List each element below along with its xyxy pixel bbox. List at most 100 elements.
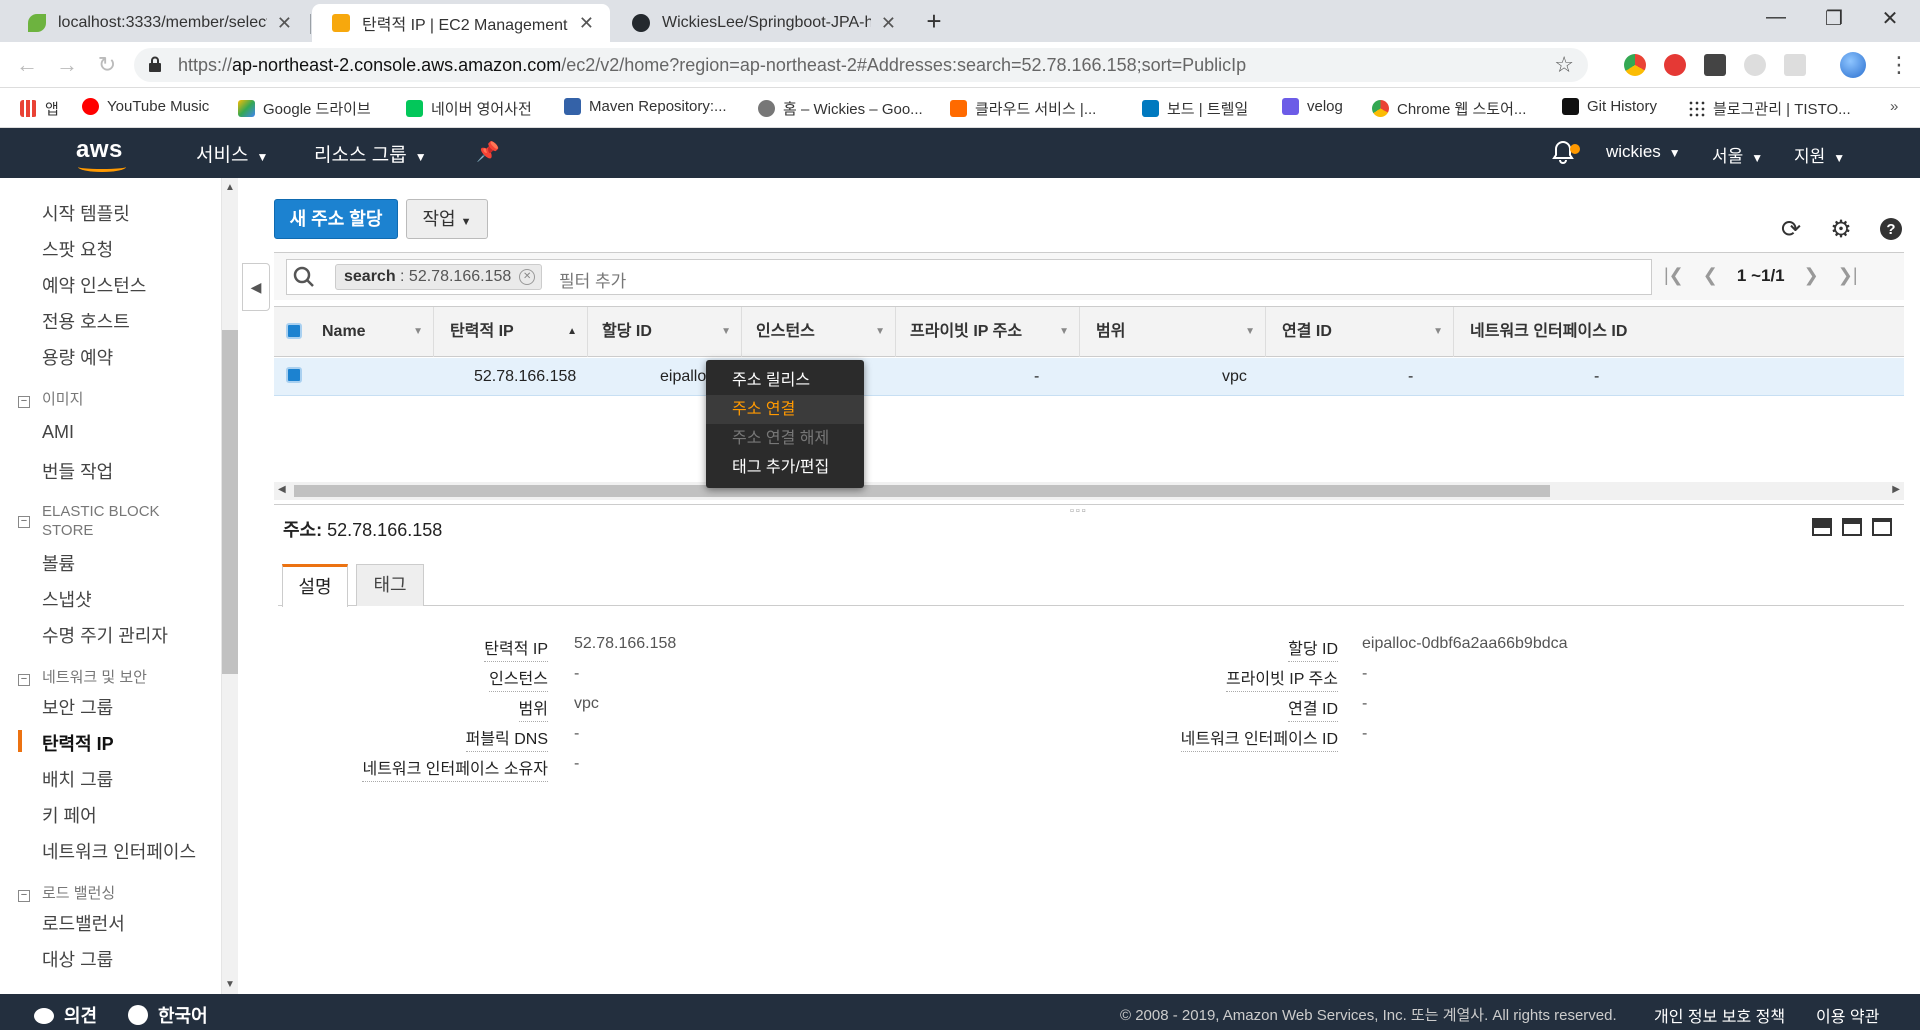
menu-item-release-address[interactable]: 주소 릴리스 xyxy=(706,366,864,395)
tab-tags[interactable]: 태그 xyxy=(356,564,424,606)
collapse-toggle-icon[interactable]: − xyxy=(18,516,30,528)
bookmark-wickies-home[interactable]: 홈 – Wickies – Goo... xyxy=(758,98,923,119)
sidebar-item-dedicated-hosts[interactable]: 전용 호스트 xyxy=(42,308,130,334)
pane-layout-bottom-icon[interactable] xyxy=(1812,518,1832,536)
bookmark-chrome-store[interactable]: Chrome 웹 스토어... xyxy=(1372,98,1526,119)
table-row[interactable]: 52.78.166.158 eipalloc - vpc - - xyxy=(274,358,1904,396)
column-header-scope[interactable]: 범위 ▼ xyxy=(1086,307,1266,357)
close-icon[interactable]: ✕ xyxy=(579,13,594,34)
column-header-eni-id[interactable]: 네트워크 인터페이스 ID xyxy=(1460,307,1710,357)
scroll-up-icon[interactable]: ▲ xyxy=(225,182,235,193)
collapse-sidebar-button[interactable]: ◀ xyxy=(242,263,270,311)
browser-tab-github[interactable]: WickiesLee/Springboot-JPA-hika ✕ xyxy=(612,4,912,42)
column-header-private-ip[interactable]: 프라이빗 IP 주소 ▼ xyxy=(900,307,1080,357)
services-menu[interactable]: 서비스 ▼ xyxy=(196,140,268,167)
sidebar-item-launch-templates[interactable]: 시작 템플릿 xyxy=(42,200,130,226)
tab-description[interactable]: 설명 xyxy=(282,564,348,607)
maximize-button[interactable]: ❐ xyxy=(1814,6,1854,31)
scrollbar-thumb[interactable] xyxy=(294,485,1550,497)
column-header-instance[interactable]: 인스턴스 ▼ xyxy=(746,307,896,357)
bookmark-git-history[interactable]: Git History xyxy=(1562,98,1657,115)
resource-groups-menu[interactable]: 리소스 그룹 ▼ xyxy=(314,140,427,167)
actions-dropdown-button[interactable]: 작업 ▼ xyxy=(406,199,488,239)
gear-icon[interactable]: ⚙ xyxy=(1828,217,1854,243)
search-filter-token[interactable]: search : 52.78.166.158 ✕ xyxy=(335,264,543,290)
font-extension-icon[interactable] xyxy=(1704,54,1726,76)
extension-icon[interactable] xyxy=(1784,54,1806,76)
aws-logo[interactable]: aws xyxy=(76,136,126,172)
column-header-name[interactable]: Name ▼ xyxy=(312,307,434,357)
add-filter-placeholder[interactable]: 필터 추가 xyxy=(559,267,626,292)
bookmark-youtube-music[interactable]: YouTube Music xyxy=(82,98,209,115)
menu-item-associate-address[interactable]: 주소 연결 xyxy=(706,395,864,424)
language-button[interactable]: 한국어 xyxy=(128,1002,208,1028)
bookmark-maven[interactable]: Maven Repository:... xyxy=(564,98,727,115)
sidebar-item-placement-groups[interactable]: 배치 그룹 xyxy=(42,766,113,792)
bookmark-cloud-service[interactable]: 클라우드 서비스 |... xyxy=(950,98,1096,119)
sidebar-item-ami[interactable]: AMI xyxy=(42,422,74,443)
reload-button[interactable]: ↻ xyxy=(92,52,122,78)
sidebar-scrollbar[interactable]: ▲ ▼ xyxy=(222,178,238,994)
bookmark-apps[interactable]: 앱 xyxy=(20,98,59,119)
menu-item-edit-tags[interactable]: 태그 추가/편집 xyxy=(706,453,864,482)
minimize-button[interactable]: — xyxy=(1756,6,1796,29)
column-header-allocation-id[interactable]: 할당 ID ▼ xyxy=(592,307,742,357)
bookmark-velog[interactable]: velog xyxy=(1282,98,1343,115)
sidebar-item-reserved-instances[interactable]: 예약 인스턴스 xyxy=(42,272,146,298)
column-header-elastic-ip[interactable]: 탄력적 IP ▲ xyxy=(440,307,588,357)
row-checkbox[interactable] xyxy=(286,367,302,383)
close-icon[interactable]: ✕ xyxy=(881,13,896,34)
chrome-extension-icon[interactable] xyxy=(1624,54,1646,76)
new-tab-button[interactable]: + xyxy=(920,8,948,36)
browser-tab-localhost[interactable]: localhost:3333/member/select/ ✕ xyxy=(8,4,308,42)
bookmark-star-icon[interactable]: ☆ xyxy=(1554,52,1574,78)
adblock-icon[interactable] xyxy=(1664,54,1686,76)
bookmark-trello[interactable]: 보드 | 트렐일 xyxy=(1142,98,1248,119)
sidebar-item-capacity-reservations[interactable]: 용량 예약 xyxy=(42,344,113,370)
sidebar-item-volumes[interactable]: 볼륨 xyxy=(42,550,75,576)
terms-of-use-link[interactable]: 이용 약관 xyxy=(1816,1003,1879,1027)
collapse-toggle-icon[interactable]: − xyxy=(18,890,30,902)
browser-tab-ec2[interactable]: 탄력적 IP | EC2 Management Co ✕ xyxy=(312,4,610,42)
scroll-left-icon[interactable]: ◀ xyxy=(278,484,286,495)
resize-grip-icon[interactable]: ▫▫▫ xyxy=(1070,505,1088,517)
prev-page-icon[interactable]: ❮ xyxy=(1703,265,1718,285)
sidebar-item-target-groups[interactable]: 대상 그룹 xyxy=(42,946,113,972)
sidebar-item-bundle-tasks[interactable]: 번들 작업 xyxy=(42,458,113,484)
next-page-icon[interactable]: ❯ xyxy=(1804,265,1819,285)
sidebar-item-load-balancers[interactable]: 로드밸런서 xyxy=(42,910,125,936)
sidebar-item-snapshots[interactable]: 스냅샷 xyxy=(42,586,92,612)
scrollbar-thumb[interactable] xyxy=(222,330,238,674)
sidebar-item-elastic-ips[interactable]: 탄력적 IP xyxy=(42,730,114,756)
allocate-new-address-button[interactable]: 새 주소 할당 xyxy=(274,199,398,239)
bookmark-google-drive[interactable]: Google 드라이브 xyxy=(238,98,371,119)
window-close-button[interactable]: ✕ xyxy=(1870,6,1910,31)
close-icon[interactable]: ✕ xyxy=(277,13,292,34)
sidebar-item-key-pairs[interactable]: 키 페어 xyxy=(42,802,97,828)
collapse-toggle-icon[interactable]: − xyxy=(18,674,30,686)
table-horizontal-scrollbar[interactable]: ◀ ▶ xyxy=(274,482,1904,500)
scroll-right-icon[interactable]: ▶ xyxy=(1892,484,1900,495)
pin-icon[interactable]: 📌 xyxy=(476,140,500,164)
scroll-down-icon[interactable]: ▼ xyxy=(225,979,235,990)
sidebar-item-network-interfaces[interactable]: 네트워크 인터페이스 xyxy=(42,838,196,864)
column-header-association-id[interactable]: 연결 ID ▼ xyxy=(1272,307,1454,357)
forward-button[interactable]: → xyxy=(52,52,82,78)
support-menu[interactable]: 지원 ▼ xyxy=(1794,142,1845,167)
pane-divider[interactable] xyxy=(274,504,1904,505)
pane-layout-split-icon[interactable] xyxy=(1842,518,1862,536)
profile-avatar[interactable] xyxy=(1840,52,1866,78)
collapse-toggle-icon[interactable]: − xyxy=(18,396,30,408)
pane-layout-top-icon[interactable] xyxy=(1872,518,1892,536)
bookmark-tistory[interactable]: 블로그관리 | TISTO... xyxy=(1688,98,1851,119)
select-all-checkbox[interactable] xyxy=(286,323,302,339)
first-page-icon[interactable]: |❮ xyxy=(1664,265,1684,285)
privacy-policy-link[interactable]: 개인 정보 보호 정책 xyxy=(1654,1003,1785,1027)
sidebar-item-lifecycle-manager[interactable]: 수명 주기 관리자 xyxy=(42,622,168,648)
sidebar-item-spot-requests[interactable]: 스팟 요청 xyxy=(42,236,113,262)
region-menu[interactable]: 서울 ▼ xyxy=(1712,142,1763,167)
bookmark-naver-dict[interactable]: 네이버 영어사전 xyxy=(406,98,532,119)
sidebar-item-security-groups[interactable]: 보안 그룹 xyxy=(42,694,113,720)
bookmarks-overflow[interactable]: » xyxy=(1890,98,1898,115)
search-input[interactable]: search : 52.78.166.158 ✕ 필터 추가 xyxy=(286,259,1652,295)
